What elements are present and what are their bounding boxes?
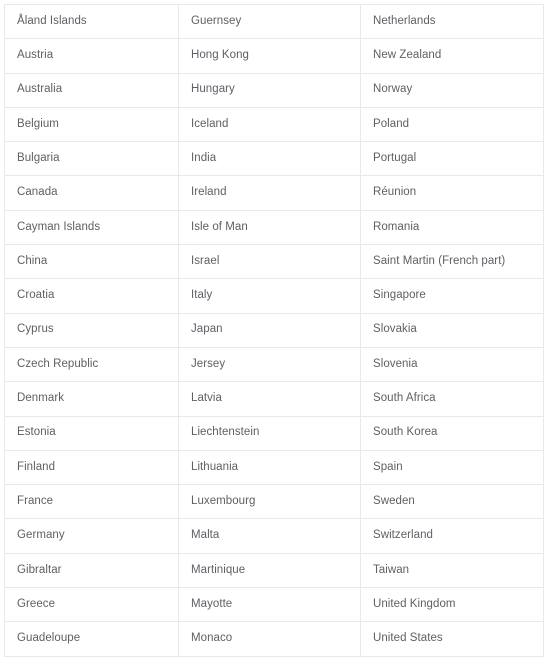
- country-cell: Cyprus: [4, 313, 179, 348]
- country-cell: Czech Republic: [4, 347, 179, 383]
- country-cell: United Kingdom: [360, 587, 544, 623]
- country-cell: Greece: [4, 587, 179, 623]
- country-cell: Slovakia: [360, 313, 544, 348]
- country-cell: United States: [360, 621, 544, 657]
- country-cell: Gibraltar: [4, 553, 179, 589]
- country-cell: Portugal: [360, 141, 544, 177]
- country-cell: China: [4, 244, 179, 280]
- country-cell: Taiwan: [360, 553, 544, 589]
- country-cell: Sweden: [360, 484, 544, 520]
- country-cell: Estonia: [4, 416, 179, 451]
- country-cell: Ireland: [178, 175, 361, 211]
- country-cell: Jersey: [178, 347, 361, 383]
- table-row: Estonia Liechtenstein South Korea: [4, 416, 544, 451]
- country-cell: South Africa: [360, 381, 544, 417]
- country-cell: Hungary: [178, 73, 361, 108]
- table-row: Austria Hong Kong New Zealand: [4, 38, 544, 74]
- country-cell: Liechtenstein: [178, 416, 361, 451]
- country-cell: Åland Islands: [4, 4, 179, 40]
- table-row: Guadeloupe Monaco United States: [4, 621, 544, 657]
- country-cell: Réunion: [360, 175, 544, 211]
- country-cell: Malta: [178, 518, 361, 554]
- country-cell: Hong Kong: [178, 38, 361, 74]
- country-cell: Norway: [360, 73, 544, 108]
- country-cell: France: [4, 484, 179, 520]
- country-cell: Saint Martin (French part): [360, 244, 544, 280]
- country-cell: Germany: [4, 518, 179, 554]
- table-row: Greece Mayotte United Kingdom: [4, 587, 544, 623]
- table-row: Germany Malta Switzerland: [4, 518, 544, 554]
- country-cell: Latvia: [178, 381, 361, 417]
- country-cell: Italy: [178, 278, 361, 314]
- country-cell: Bulgaria: [4, 141, 179, 177]
- country-table-body: Åland Islands Guernsey Netherlands Austria H…: [4, 4, 544, 657]
- country-cell: Lithuania: [178, 450, 361, 486]
- country-cell: Isle of Man: [178, 210, 361, 246]
- country-cell: South Korea: [360, 416, 544, 451]
- table-row: Åland Islands Guernsey Netherlands: [4, 4, 544, 40]
- country-table-container: Åland Islands Guernsey Netherlands Austria H…: [0, 0, 548, 660]
- table-row: Cyprus Japan Slovakia: [4, 313, 544, 348]
- table-row: Denmark Latvia South Africa: [4, 381, 544, 417]
- table-row: Canada Ireland Réunion: [4, 175, 544, 211]
- country-cell: Spain: [360, 450, 544, 486]
- table-row: Australia Hungary Norway: [4, 73, 544, 108]
- country-cell: Israel: [178, 244, 361, 280]
- country-list-table: Åland Islands Guernsey Netherlands Austria H…: [4, 4, 544, 657]
- country-cell: Mayotte: [178, 587, 361, 623]
- country-cell: Denmark: [4, 381, 179, 417]
- table-row: Czech Republic Jersey Slovenia: [4, 347, 544, 383]
- country-cell: Monaco: [178, 621, 361, 657]
- table-row: Finland Lithuania Spain: [4, 450, 544, 486]
- table-row: Belgium Iceland Poland: [4, 107, 544, 143]
- country-cell: Slovenia: [360, 347, 544, 383]
- country-cell: Canada: [4, 175, 179, 211]
- country-cell: Luxembourg: [178, 484, 361, 520]
- country-cell: Netherlands: [360, 4, 544, 40]
- table-row: Cayman Islands Isle of Man Romania: [4, 210, 544, 246]
- table-row: Bulgaria India Portugal: [4, 141, 544, 177]
- table-row: Croatia Italy Singapore: [4, 278, 544, 314]
- country-cell: Japan: [178, 313, 361, 348]
- country-cell: Australia: [4, 73, 179, 108]
- country-cell: Finland: [4, 450, 179, 486]
- country-cell: Martinique: [178, 553, 361, 589]
- table-row: Gibraltar Martinique Taiwan: [4, 553, 544, 589]
- country-cell: India: [178, 141, 361, 177]
- country-cell: Belgium: [4, 107, 179, 143]
- table-row: France Luxembourg Sweden: [4, 484, 544, 520]
- country-cell: Poland: [360, 107, 544, 143]
- country-cell: Singapore: [360, 278, 544, 314]
- country-cell: Romania: [360, 210, 544, 246]
- country-cell: Guadeloupe: [4, 621, 179, 657]
- country-cell: Switzerland: [360, 518, 544, 554]
- country-cell: Guernsey: [178, 4, 361, 40]
- country-cell: Iceland: [178, 107, 361, 143]
- country-cell: Austria: [4, 38, 179, 74]
- country-cell: Cayman Islands: [4, 210, 179, 246]
- country-cell: New Zealand: [360, 38, 544, 74]
- country-cell: Croatia: [4, 278, 179, 314]
- table-row: China Israel Saint Martin (French part): [4, 244, 544, 280]
